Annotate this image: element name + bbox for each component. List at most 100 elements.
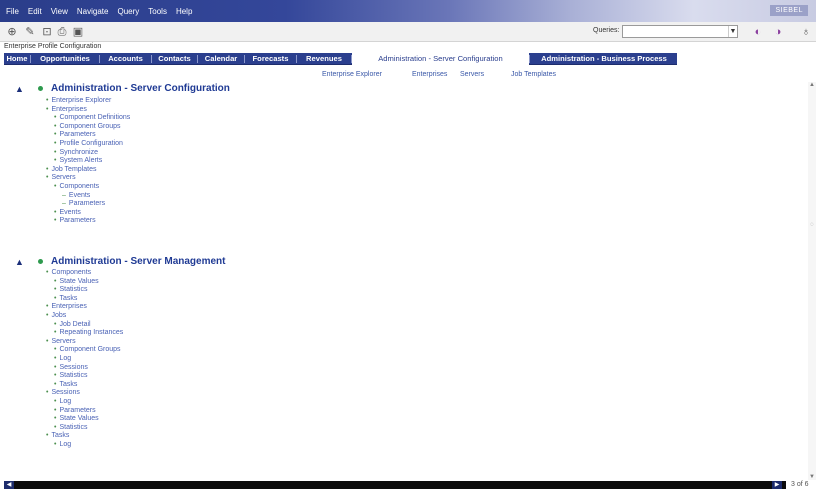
tree-link-label[interactable]: Statistics [59,372,87,379]
tree-link-label[interactable]: Profile Configuration [59,140,122,147]
queries-label: Queries: [593,27,620,34]
tab-divider [529,55,530,63]
section-title[interactable]: Administration - Server Configuration [51,83,230,94]
scroll-down-icon[interactable]: ▼ [808,474,816,480]
tree-link-label[interactable]: Component Groups [59,346,120,353]
tree-link-label[interactable]: Component Groups [59,123,120,130]
tree-link-label[interactable]: State Values [59,415,98,422]
chevron-down-icon[interactable]: ▼ [728,26,737,37]
scroll-up-icon[interactable]: ▲ [808,82,816,88]
tree-link-label[interactable]: Servers [51,174,75,181]
tree-link-label[interactable]: Components [59,183,99,190]
brand-logo: SIEBEL [770,5,808,16]
bullet-icon: • [46,337,49,345]
menu-navigate[interactable]: Navigate [77,7,109,16]
query-icon[interactable]: ▣ [71,25,85,39]
print-icon[interactable]: ⎙ [55,25,69,39]
bullet-icon: • [46,432,49,440]
tab-calendar[interactable]: Calendar [198,53,244,65]
bullet-icon: • [54,183,57,190]
menu-file[interactable]: File [6,7,19,16]
subtab-enterprises[interactable]: Enterprises [412,71,447,78]
scroll-left-icon[interactable]: ◀ [4,481,14,489]
tree-link-label[interactable]: Job Detail [59,321,90,328]
bullet-icon: • [46,174,49,182]
forward-icon[interactable]: ◑ [771,25,785,39]
tree-link-label[interactable]: Events [59,209,80,216]
vertical-scrollbar[interactable]: ▲ ◌ ▼ [808,82,816,480]
section-bullet-icon [38,86,43,91]
bullet-icon: • [46,105,49,113]
bullet-icon: • [46,389,49,397]
binoculars-icon[interactable]: ♁ [799,25,813,39]
bullet-icon: • [54,217,57,225]
toolbar: ⊕ ✎ ⊡ ⎙ ▣ Queries: ▼ ◐ ◑ ♁ [0,22,816,42]
tree-link-label[interactable]: Enterprise Explorer [51,97,111,104]
tree-link-label[interactable]: Job Templates [51,166,96,173]
tree-link-label[interactable]: Log [59,398,71,405]
tab-opportunities[interactable]: Opportunities [31,53,99,65]
tree-link-label[interactable]: Sessions [51,389,79,396]
section-bullet-icon [38,259,43,264]
subtab-enterprise-explorer[interactable]: Enterprise Explorer [322,71,382,78]
tree-link-label[interactable]: System Alerts [59,157,102,164]
siebel-window: File Edit View Navigate Query Tools Help SIEBE… [0,0,816,489]
tree-link-log[interactable]: • Log [54,440,71,449]
page-count: 3 of 6 [791,481,809,488]
tree-link-label[interactable]: Tasks [51,432,69,439]
tab-administration-server-configuration[interactable]: Administration - Server Configuration [352,53,529,65]
tree-link-label[interactable]: Sessions [59,364,87,371]
tree-link-label[interactable]: Statistics [59,286,87,293]
back-icon[interactable]: ◐ [751,25,765,39]
tab-revenues[interactable]: Revenues [297,53,351,65]
collapse-icon[interactable]: ▲ [15,258,25,267]
edit-icon[interactable]: ✎ [23,25,37,39]
tree-link-label[interactable]: Enterprises [51,303,86,310]
tree-link-label[interactable]: Components [51,269,91,276]
tree-link-label[interactable]: Servers [51,338,75,345]
tree-link-label[interactable]: Log [59,355,71,362]
tab-accounts[interactable]: Accounts [100,53,151,65]
menu-bar: File Edit View Navigate Query Tools Help [0,0,816,22]
tree-link-label[interactable]: State Values [59,278,98,285]
menu-view[interactable]: View [51,7,68,16]
menu-query[interactable]: Query [117,7,139,16]
tree-link-label[interactable]: Parameters [59,407,95,414]
scroll-right-icon[interactable]: ▶ [772,481,782,489]
tree-link-label[interactable]: Log [59,441,71,448]
tree-link-label[interactable]: Parameters [59,131,95,138]
screen-tab-bar: Home Opportunities Accounts Contacts Calenda… [4,53,677,65]
bullet-icon: • [46,312,49,319]
bullet-icon: • [54,441,57,448]
screen-title: Enterprise Profile Configuration [4,43,102,50]
collapse-icon[interactable]: ▲ [15,85,25,94]
tree-link-label[interactable]: Jobs [51,312,66,319]
queries-select[interactable] [622,25,738,38]
tab-forecasts[interactable]: Forecasts [245,53,296,65]
tab-contacts[interactable]: Contacts [152,53,197,65]
menu-edit[interactable]: Edit [28,7,42,16]
tree-link-label[interactable]: Tasks [59,381,77,388]
tree-link-label[interactable]: Events [69,192,90,199]
tree-link-label[interactable]: Parameters [69,200,105,207]
scroll-thumb[interactable]: ◌ [808,222,816,228]
tab-administration-business-process[interactable]: Administration - Business Process [531,53,677,65]
subtab-servers[interactable]: Servers [460,71,484,78]
tree-link-label[interactable]: Component Definitions [59,114,130,121]
tree-link-label[interactable]: Synchronize [59,149,98,156]
horizontal-scrollbar[interactable]: ◀ ▶ [4,481,786,489]
tree-link-label[interactable]: Repeating Instances [59,329,123,336]
menu-tools[interactable]: Tools [148,7,167,16]
tree-link-label[interactable]: Enterprises [51,106,86,113]
menu-help[interactable]: Help [176,7,192,16]
site-map-icon[interactable]: ⊕ [5,25,19,39]
subtab-job-templates[interactable]: Job Templates [511,71,556,78]
tree-link-label[interactable]: Parameters [59,217,95,224]
tree-link-parameters[interactable]: • Parameters [54,216,96,225]
tab-home[interactable]: Home [4,53,30,65]
bullet-icon: • [46,269,49,276]
new-record-icon[interactable]: ⊡ [40,25,54,39]
tree-link-label[interactable]: Statistics [59,424,87,431]
section-title[interactable]: Administration - Server Management [51,256,225,267]
tree-link-label[interactable]: Tasks [59,295,77,302]
